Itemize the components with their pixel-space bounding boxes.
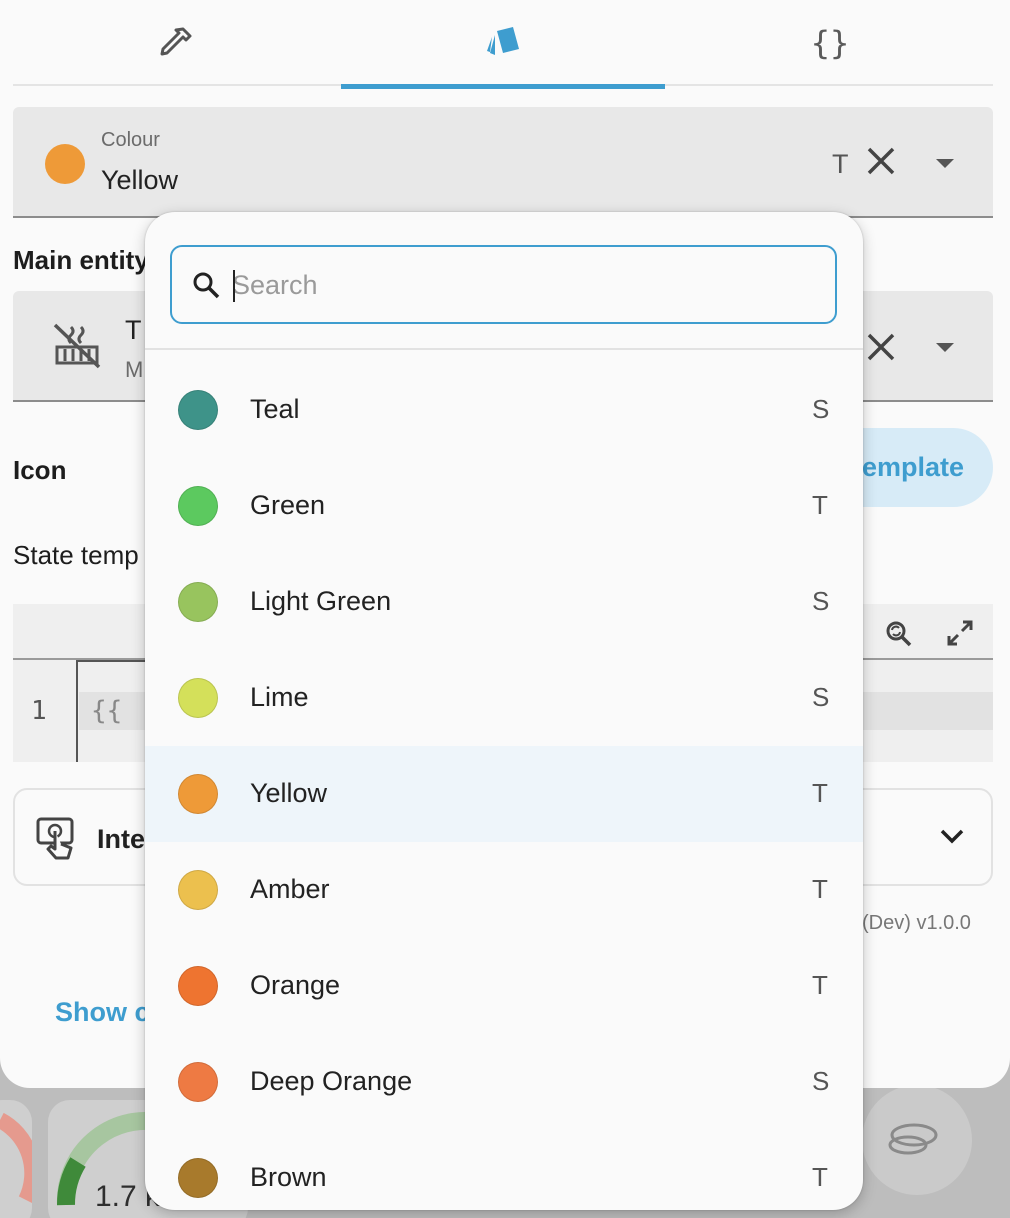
- gutter-divider: [76, 660, 78, 762]
- line-number: 1: [31, 696, 47, 726]
- gauge-icon: [0, 1112, 41, 1204]
- option-label: Orange: [250, 970, 341, 1000]
- colour-swatch: [45, 144, 85, 184]
- colour-swatch: [178, 966, 218, 1006]
- option-label: Teal: [250, 394, 300, 424]
- colour-option-orange[interactable]: Orange T: [145, 938, 863, 1034]
- chevron-down-icon[interactable]: [936, 343, 954, 352]
- colour-field-value: Yellow: [101, 165, 179, 195]
- option-trail-letter: T: [812, 778, 828, 808]
- editor-tabs: {}: [13, 0, 993, 89]
- colour-option-teal[interactable]: Teal S: [145, 362, 863, 458]
- clear-icon[interactable]: [865, 145, 897, 177]
- colour-option-light-green[interactable]: Light Green S: [145, 554, 863, 650]
- colour-swatch: [178, 1158, 218, 1198]
- rings-icon: [888, 1123, 938, 1155]
- search-icon: [193, 272, 220, 299]
- colour-swatch: [178, 582, 218, 622]
- option-label: Brown: [250, 1162, 327, 1192]
- colour-field-label: Colour: [101, 129, 160, 151]
- chevron-down-icon[interactable]: [936, 159, 954, 168]
- main-entity-value: T: [125, 315, 142, 345]
- tab-config[interactable]: [13, 0, 339, 86]
- tab-yaml[interactable]: {}: [667, 0, 993, 86]
- chevron-down-icon: [940, 829, 964, 844]
- dropdown-search-area: [145, 212, 863, 350]
- colour-option-yellow[interactable]: Yellow T: [145, 746, 863, 842]
- interactions-title: Inte: [97, 824, 146, 854]
- colour-option-amber[interactable]: Amber T: [145, 842, 863, 938]
- option-trail-letter: T: [812, 874, 828, 904]
- colour-option-brown[interactable]: Brown T: [145, 1130, 863, 1210]
- option-trail-letter: T: [812, 490, 828, 520]
- palette-swatch-icon: [487, 27, 519, 55]
- tab-appearance[interactable]: [340, 0, 666, 89]
- colour-option-green[interactable]: Green T: [145, 458, 863, 554]
- screen: 1.7 kv {} Colour Yellow T Main entity T …: [0, 0, 1010, 1218]
- colour-swatch: [178, 390, 218, 430]
- version-text: (Dev) v1.0.0: [862, 912, 971, 934]
- icon-heading: Icon: [13, 455, 67, 485]
- colour-trail-letter: T: [832, 149, 849, 179]
- fullscreen-icon[interactable]: [945, 618, 975, 648]
- option-trail-letter: S: [812, 586, 830, 616]
- code-braces-icon: {}: [810, 24, 850, 62]
- option-trail-letter: T: [812, 970, 828, 1000]
- option-label: Lime: [250, 682, 309, 712]
- use-template-button-label: emplate: [862, 452, 965, 482]
- option-trail-letter: S: [812, 682, 830, 712]
- search-field[interactable]: [170, 245, 837, 324]
- search-replace-icon[interactable]: [883, 618, 913, 648]
- show-code-editor-link[interactable]: Show c: [55, 997, 150, 1028]
- gutter-border: [76, 660, 146, 662]
- colour-dropdown: TealSGreenTLight GreenSLimeSYellowTAmber…: [145, 212, 863, 1210]
- option-label: Deep Orange: [250, 1066, 413, 1096]
- option-label: Light Green: [250, 586, 392, 616]
- colour-swatch: [178, 486, 218, 526]
- eyedropper-icon: [160, 27, 192, 56]
- clear-icon[interactable]: [865, 331, 897, 363]
- option-label: Amber: [250, 874, 330, 904]
- dashboard-round-button: [862, 1085, 972, 1195]
- option-label: Yellow: [250, 778, 328, 808]
- colour-swatch: [178, 678, 218, 718]
- search-input[interactable]: [232, 261, 822, 309]
- colour-option-lime[interactable]: Lime S: [145, 650, 863, 746]
- colour-select[interactable]: Colour Yellow T: [13, 107, 993, 218]
- main-entity-heading: Main entity: [13, 245, 149, 275]
- state-template-label: State temp: [13, 540, 139, 570]
- colour-swatch: [178, 774, 218, 814]
- option-trail-letter: S: [812, 394, 830, 424]
- colour-option-deep-orange[interactable]: Deep Orange S: [145, 1034, 863, 1130]
- gesture-tap-icon: [36, 817, 74, 860]
- option-trail-letter: T: [812, 1162, 828, 1192]
- heating-off-icon: [53, 323, 101, 369]
- option-label: Green: [250, 490, 326, 520]
- colour-swatch: [178, 1062, 218, 1102]
- main-entity-secondary: M: [125, 357, 144, 382]
- text-cursor: [233, 270, 235, 302]
- option-trail-letter: S: [812, 1066, 830, 1096]
- dashboard-card: [0, 1100, 41, 1218]
- colour-swatch: [178, 870, 218, 910]
- code-line-text: {{: [91, 696, 123, 726]
